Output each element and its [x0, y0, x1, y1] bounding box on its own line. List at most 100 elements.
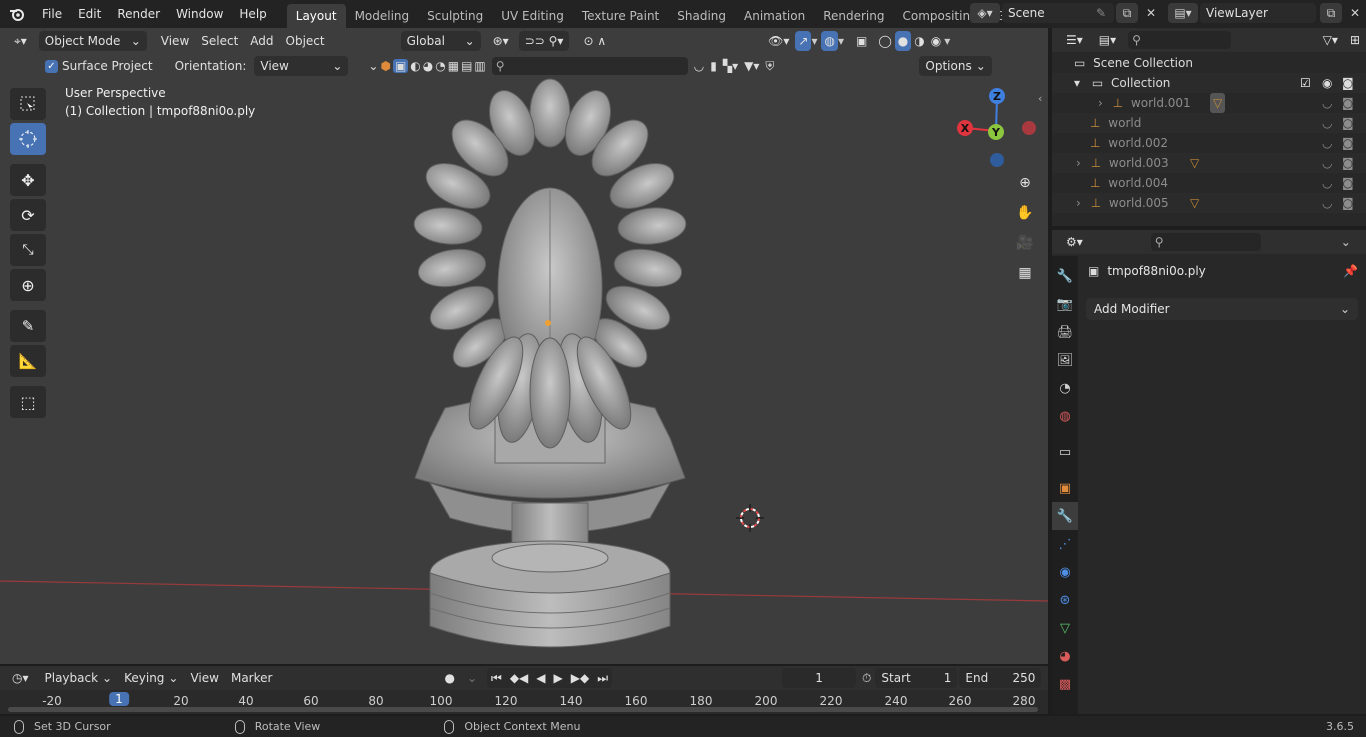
chevron-down-icon[interactable]: ⌄	[1341, 235, 1351, 249]
properties-search-field[interactable]: ⚲	[1150, 233, 1261, 251]
timeline-scrollbar[interactable]	[8, 707, 1038, 712]
next-keyframe-icon[interactable]: ▶◆	[567, 668, 593, 688]
collection-tab-icon[interactable]: ▭	[1052, 438, 1078, 466]
eye-closed-icon[interactable]: ◡	[1322, 153, 1332, 173]
tab-layout[interactable]: Layout	[286, 4, 346, 28]
world-tab-icon[interactable]: ◍	[1052, 402, 1078, 430]
constraints-tab-icon[interactable]: ⊛	[1052, 586, 1078, 614]
exclude-checkbox[interactable]: ☑	[1300, 73, 1311, 93]
start-frame-field[interactable]: Start 1	[875, 668, 958, 688]
outliner-item[interactable]: ⊥ world.004 ◡ ◙	[1052, 173, 1366, 193]
tab-sculpting[interactable]: Sculpting	[418, 4, 492, 28]
new-collection-icon[interactable]: ⊞	[1344, 30, 1366, 50]
expand-arrow-icon[interactable]: ›	[1076, 156, 1081, 170]
end-frame-field[interactable]: End 250	[959, 668, 1042, 688]
eye-closed-icon[interactable]: ◡	[1322, 173, 1332, 193]
menu-marker[interactable]: Marker	[225, 668, 278, 688]
expand-arrow-icon[interactable]: ›	[1076, 196, 1081, 210]
eye-closed-icon[interactable]: ◡	[1322, 93, 1332, 113]
tab-uv-editing[interactable]: UV Editing	[492, 4, 573, 28]
outliner-collection[interactable]: ▾ ▭ Collection ☑ ◉ ◙	[1052, 73, 1366, 93]
delete-scene-icon[interactable]: ✕	[1140, 3, 1162, 23]
pin-icon[interactable]: 📌	[1343, 264, 1358, 278]
current-frame-field[interactable]: 1	[782, 668, 857, 688]
preview-range-icon[interactable]: ⏱	[862, 671, 871, 686]
modifier-tab-icon[interactable]: 🔧	[1052, 502, 1078, 530]
viewlayer-browse-icon[interactable]: ▤▾	[1168, 3, 1198, 23]
render-camera-icon[interactable]: ◙	[1342, 73, 1354, 93]
scene-browse-icon[interactable]: ◈▾	[970, 3, 1000, 23]
new-scene-icon[interactable]: ⧉	[1116, 3, 1138, 23]
data-tab-icon[interactable]: ▽	[1052, 614, 1078, 642]
menu-help[interactable]: Help	[231, 0, 274, 28]
tab-rendering[interactable]: Rendering	[814, 4, 893, 28]
properties-editor-type-icon[interactable]: ⚙▾	[1060, 232, 1089, 252]
outliner-item[interactable]: ⊥ world.002 ◡ ◙	[1052, 133, 1366, 153]
menu-keying[interactable]: Keying ⌄	[118, 668, 184, 688]
tab-texture-paint[interactable]: Texture Paint	[573, 4, 668, 28]
play-icon[interactable]: ▶	[550, 668, 567, 688]
particles-tab-icon[interactable]: ⋰	[1052, 530, 1078, 558]
texture-tab-icon[interactable]: ▩	[1052, 670, 1078, 698]
eye-icon[interactable]: ◉	[1322, 73, 1332, 93]
pin-icon[interactable]: ✎	[1096, 6, 1112, 20]
display-mode-icon[interactable]: ▤▾	[1093, 30, 1122, 50]
eye-closed-icon[interactable]: ◡	[1322, 193, 1332, 213]
record-button-icon[interactable]: ●	[438, 668, 460, 688]
tab-animation[interactable]: Animation	[735, 4, 814, 28]
material-tab-icon[interactable]: ◕	[1052, 642, 1078, 670]
menu-edit[interactable]: Edit	[70, 0, 109, 28]
delete-viewlayer-icon[interactable]: ✕	[1344, 3, 1366, 23]
jump-end-icon[interactable]: ⏭	[593, 668, 612, 688]
render-camera-icon[interactable]: ◙	[1342, 133, 1354, 153]
pan-hand-icon[interactable]: ✋	[1012, 200, 1038, 226]
timeline-ruler[interactable]: -20 1 20 40 60 80 100 120 140 160 180 20…	[0, 690, 1048, 714]
outliner-item[interactable]: › ⊥ world.003 ▽ ◡ ◙	[1052, 153, 1366, 173]
tool-tab-icon[interactable]: 🔧	[1052, 262, 1078, 290]
menu-playback[interactable]: Playback ⌄	[39, 668, 119, 688]
outliner-editor-type-icon[interactable]: ☰▾	[1060, 30, 1089, 50]
output-tab-icon[interactable]: 🖨	[1052, 318, 1078, 346]
outliner-item[interactable]: ⊥ world ◡ ◙	[1052, 113, 1366, 133]
render-camera-icon[interactable]: ◙	[1342, 93, 1354, 113]
render-camera-icon[interactable]: ◙	[1342, 193, 1354, 213]
menu-render[interactable]: Render	[109, 0, 168, 28]
blender-logo-icon[interactable]	[0, 0, 34, 28]
physics-tab-icon[interactable]: ◉	[1052, 558, 1078, 586]
eye-closed-icon[interactable]: ◡	[1322, 113, 1332, 133]
3d-viewport[interactable]: ⌖▾ Object Mode ⌄ View Select Add Object G…	[0, 28, 1048, 664]
render-camera-icon[interactable]: ◙	[1342, 173, 1354, 193]
menu-window[interactable]: Window	[168, 0, 231, 28]
viewlayer-name-field[interactable]: ViewLayer	[1200, 3, 1316, 23]
eye-closed-icon[interactable]: ◡	[1322, 133, 1332, 153]
tab-shading[interactable]: Shading	[668, 4, 735, 28]
outliner-filter-icon[interactable]: ▽▾	[1317, 30, 1344, 50]
current-frame-indicator[interactable]: 1	[109, 692, 129, 706]
menu-timeline-view[interactable]: View	[184, 668, 224, 688]
chevron-down-icon[interactable]: ⌄	[461, 668, 483, 688]
view-layer-tab-icon[interactable]: 🖼	[1052, 346, 1078, 374]
render-camera-icon[interactable]: ◙	[1342, 153, 1354, 173]
tab-modeling[interactable]: Modeling	[346, 4, 419, 28]
render-camera-icon[interactable]: ◙	[1342, 113, 1354, 133]
render-tab-icon[interactable]: 📷	[1052, 290, 1078, 318]
perspective-grid-icon[interactable]: ▦	[1012, 260, 1038, 286]
outliner-search-field[interactable]: ⚲	[1128, 31, 1231, 49]
scene-tab-icon[interactable]: ◔	[1052, 374, 1078, 402]
jump-start-icon[interactable]: ⏮	[487, 668, 506, 688]
expand-arrow-icon[interactable]: ›	[1098, 96, 1103, 110]
menu-file[interactable]: File	[34, 0, 70, 28]
outliner-item[interactable]: › ⊥ world.001 ▽ ◡ ◙	[1052, 93, 1366, 113]
outliner-scene-collection[interactable]: ▭ Scene Collection	[1052, 53, 1366, 73]
expand-arrow-icon[interactable]: ▾	[1074, 76, 1080, 90]
prev-keyframe-icon[interactable]: ◆◀	[506, 668, 532, 688]
play-reverse-icon[interactable]: ◀	[532, 668, 549, 688]
collapse-sidebar-icon[interactable]: ‹	[1038, 92, 1042, 105]
outliner-item[interactable]: › ⊥ world.005 ▽ ◡ ◙	[1052, 193, 1366, 213]
object-tab-icon[interactable]: ▣	[1052, 474, 1078, 502]
add-modifier-button[interactable]: Add Modifier ⌄	[1086, 298, 1358, 320]
timeline-editor-type-icon[interactable]: ◷▾	[6, 668, 35, 688]
new-viewlayer-icon[interactable]: ⧉	[1320, 3, 1342, 23]
zoom-icon[interactable]: ⊕	[1012, 170, 1038, 196]
navigation-gizmo[interactable]: Z X Y	[950, 86, 1040, 176]
